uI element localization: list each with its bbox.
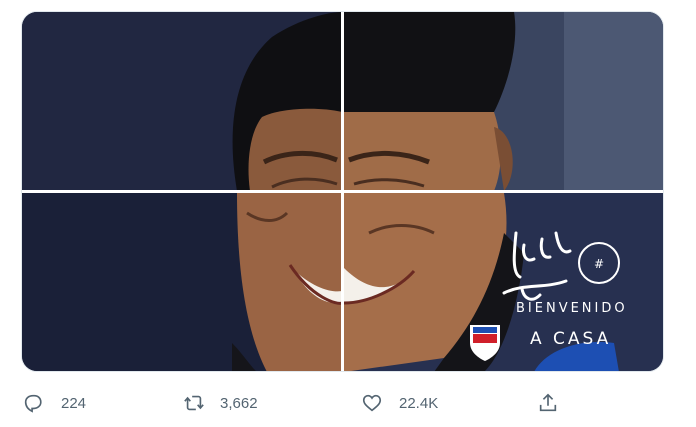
heart-icon	[362, 394, 382, 412]
like-count: 22.4K	[399, 394, 439, 412]
photo-hair-right	[344, 12, 663, 190]
media-image-top-left[interactable]	[22, 12, 341, 190]
welcome-line-2: A CASA	[530, 329, 612, 349]
welcome-line-1: BIENVENIDO	[516, 301, 628, 316]
share-action[interactable]	[537, 389, 559, 417]
share-icon	[539, 393, 557, 412]
retweet-icon	[184, 395, 204, 411]
svg-text:#: #	[594, 257, 604, 271]
like-action[interactable]: 22.4K	[361, 389, 438, 417]
retweet-action[interactable]: 3,662	[183, 389, 258, 417]
photo-smile-left	[22, 193, 341, 371]
retweet-count: 3,662	[220, 394, 258, 412]
tweet-media-grid: # BIENVENIDO A CASA	[21, 11, 664, 372]
signature-logo: #	[470, 231, 620, 361]
tweet-action-bar: 224 3,662 22.4K	[0, 383, 696, 423]
reply-icon	[24, 394, 42, 413]
reply-action[interactable]: 224	[22, 389, 86, 417]
media-image-bottom-left[interactable]	[22, 193, 341, 371]
media-image-bottom-right[interactable]: # BIENVENIDO A CASA	[344, 193, 663, 371]
photo-hair-left	[22, 12, 341, 190]
club-crest-icon	[470, 325, 500, 361]
reply-count: 224	[61, 394, 87, 412]
media-image-top-right[interactable]	[344, 12, 663, 190]
